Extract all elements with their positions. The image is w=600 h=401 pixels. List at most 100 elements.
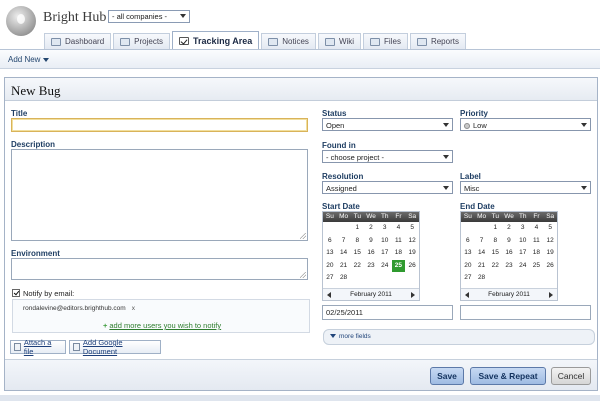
start-date-day-cell[interactable]: 5 [405,222,419,235]
start-date-day-cell[interactable]: 14 [337,247,351,260]
cancel-button[interactable]: Cancel [551,367,591,385]
tab-dashboard[interactable]: Dashboard [44,33,112,49]
save-button[interactable]: Save [430,367,464,385]
start-date-day-cell[interactable]: 15 [350,247,364,260]
start-date-day-cell[interactable]: 9 [364,235,378,248]
add-new-label: Add New [8,55,41,64]
end-date-day-cell[interactable]: 28 [475,272,489,285]
label-select[interactable]: Misc [460,181,591,194]
end-date-day-cell[interactable]: 7 [475,235,489,248]
start-date-day-cell[interactable]: 10 [378,235,392,248]
end-date-day-cell[interactable]: 20 [461,260,475,273]
tab-wiki[interactable]: Wiki [317,33,362,49]
end-date-day-cell[interactable]: 17 [516,247,530,260]
end-date-day-cell[interactable]: 14 [475,247,489,260]
end-date-day-cell[interactable]: 6 [461,235,475,248]
attach-file-button[interactable]: Attach a file [10,338,66,356]
end-date-day-cell[interactable]: 4 [530,222,544,235]
end-date-day-cell[interactable]: 18 [530,247,544,260]
status-select[interactable]: Open [322,118,453,131]
resize-handle-icon[interactable] [300,272,306,278]
start-date-day-cell[interactable]: 3 [378,222,392,235]
end-date-day-cell[interactable]: 1 [488,222,502,235]
tab-files[interactable]: Files [363,33,408,49]
next-month-icon[interactable] [411,292,415,298]
description-textarea[interactable] [11,149,308,241]
resolution-select[interactable]: Assigned [322,181,453,194]
end-date-day-cell[interactable]: 23 [502,260,516,273]
end-date-day-cell[interactable]: 3 [516,222,530,235]
end-date-day-cell[interactable]: 10 [516,235,530,248]
tab-icon [268,37,279,46]
description-label: Description [11,140,56,149]
end-date-day-cell[interactable]: 16 [502,247,516,260]
next-month-icon[interactable] [549,292,553,298]
start-date-day-cell[interactable]: 22 [350,260,364,273]
start-date-day-cell[interactable]: 25 [391,259,406,272]
start-date-day-cell[interactable]: 17 [378,247,392,260]
end-date-day-cell[interactable]: 15 [488,247,502,260]
title-input[interactable] [11,118,308,132]
start-date-day-cell[interactable]: 16 [364,247,378,260]
end-date-day-cell[interactable]: 8 [488,235,502,248]
toolbar: Add New [0,49,600,69]
end-date-input[interactable] [460,305,591,320]
tab-tracking-area[interactable]: Tracking Area [172,31,260,49]
prev-month-icon[interactable] [327,292,331,298]
end-date-day-cell[interactable]: 22 [488,260,502,273]
start-date-day-cell[interactable]: 28 [337,272,351,285]
start-date-day-cell[interactable]: 26 [405,260,419,273]
more-fields-toggle[interactable]: more fields [323,329,595,345]
add-google-doc-button[interactable]: Add Google Document [69,338,161,356]
start-date-day-cell[interactable]: 12 [405,235,419,248]
more-fields-label: more fields [339,333,371,340]
start-date-day-cell[interactable]: 8 [350,235,364,248]
resize-handle-icon[interactable] [300,233,306,239]
start-date-day-cell[interactable]: 23 [364,260,378,273]
environment-textarea[interactable] [11,258,308,280]
calendar-empty-cell [475,222,489,235]
end-date-day-cell[interactable]: 26 [543,260,557,273]
start-date-day-cell[interactable]: 20 [323,260,337,273]
add-new-button[interactable]: Add New [8,55,50,64]
end-date-day-cell[interactable]: 13 [461,247,475,260]
start-date-day-cell[interactable]: 4 [392,222,406,235]
bottom-scroll-area [0,395,600,401]
priority-select[interactable]: Low [460,118,591,131]
start-date-day-cell[interactable]: 6 [323,235,337,248]
end-date-day-cell[interactable]: 2 [502,222,516,235]
page-title: New Bug [11,83,61,98]
add-users-link[interactable]: + add more users you wish to notify [103,321,221,330]
start-date-day-cell[interactable]: 11 [392,235,406,248]
start-date-day-cell[interactable]: 13 [323,247,337,260]
end-date-day-cell[interactable]: 24 [516,260,530,273]
end-date-day-cell[interactable]: 9 [502,235,516,248]
end-date-day-cell[interactable]: 11 [530,235,544,248]
start-date-day-cell[interactable]: 18 [392,247,406,260]
start-date-input[interactable]: 02/25/2011 [322,305,453,320]
end-date-day-cell[interactable]: 19 [543,247,557,260]
notify-label: Notify by email: [23,289,75,298]
end-date-day-cell[interactable]: 25 [530,260,544,273]
start-date-day-cell[interactable]: 21 [337,260,351,273]
end-date-day-cell[interactable]: 12 [543,235,557,248]
start-date-day-cell[interactable]: 27 [323,272,337,285]
prev-month-icon[interactable] [465,292,469,298]
notify-checkbox[interactable] [12,289,20,297]
save-repeat-button[interactable]: Save & Repeat [470,367,546,385]
tab-reports[interactable]: Reports [409,33,466,49]
start-date-day-cell[interactable]: 1 [350,222,364,235]
end-date-day-cell[interactable]: 21 [475,260,489,273]
end-date-day-cell[interactable]: 5 [543,222,557,235]
tab-projects[interactable]: Projects [113,33,171,49]
end-date-day-cell[interactable]: 27 [461,272,475,285]
start-date-day-cell[interactable]: 7 [337,235,351,248]
status-value: Open [326,121,345,130]
remove-email-icon[interactable]: x [132,305,135,312]
start-date-day-cell[interactable]: 19 [405,247,419,260]
start-date-day-cell[interactable]: 2 [364,222,378,235]
found-in-select[interactable]: - choose project - [322,150,453,163]
start-date-day-cell[interactable]: 24 [378,260,392,273]
tab-notices[interactable]: Notices [261,33,316,49]
company-select[interactable]: - all companies - [108,10,190,23]
